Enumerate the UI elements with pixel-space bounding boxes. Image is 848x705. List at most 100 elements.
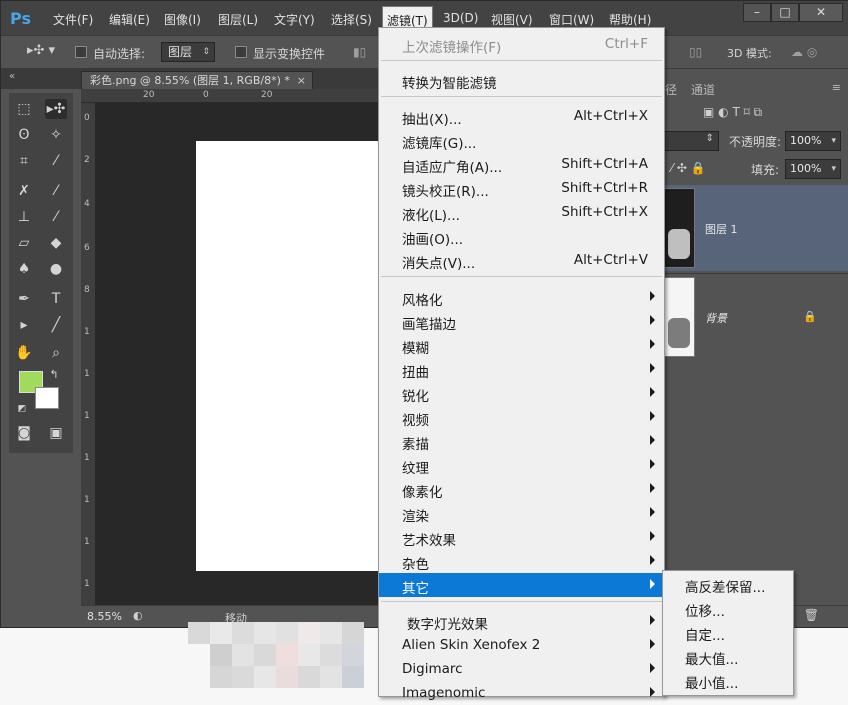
menu-window[interactable]: 窗口(W) — [549, 11, 594, 28]
tab-channels[interactable]: 通道 — [691, 81, 715, 98]
show-transform-checkbox[interactable] — [235, 46, 247, 58]
align-icon[interactable]: ▮▯ — [353, 45, 366, 59]
menu-view[interactable]: 视图(V) — [491, 11, 533, 28]
menu-edit[interactable]: 编辑(E) — [109, 11, 150, 28]
eraser-tool-icon[interactable]: ▱ — [13, 233, 35, 253]
menu-item-noise[interactable]: 杂色 — [379, 549, 664, 573]
menu-item-blur[interactable]: 模糊 — [379, 333, 664, 357]
menu-item-last-filter[interactable]: 上次滤镜操作(F) Ctrl+F — [379, 32, 664, 56]
status-menu-icon[interactable]: ◐ — [133, 609, 143, 622]
menu-3d[interactable]: 3D(D) — [443, 11, 478, 25]
menu-item-imagenomic[interactable]: Imagenomic — [379, 681, 664, 705]
maximize-button[interactable]: □ — [771, 3, 799, 22]
menu-item-texture[interactable]: 纹理 — [379, 453, 664, 477]
menu-item-adaptive-wide-angle[interactable]: 自适应广角(A)... Shift+Ctrl+A — [379, 152, 664, 176]
ruler-tick: 4 — [84, 199, 90, 209]
move-tool-icon[interactable]: ▸✣ ▾ — [27, 43, 55, 58]
dodge-tool-icon[interactable]: ● — [45, 259, 67, 279]
eyedropper-icon[interactable]: ⁄ — [45, 151, 67, 171]
minimize-button[interactable]: – — [743, 3, 771, 22]
hand-tool-icon[interactable]: ✋ — [13, 343, 35, 363]
menu-item-liquify[interactable]: 液化(L)... Shift+Ctrl+X — [379, 200, 664, 224]
clone-stamp-icon[interactable]: ⊥ — [13, 207, 35, 227]
type-tool-icon[interactable]: T — [45, 289, 67, 309]
menu-item-brush-strokes[interactable]: 画笔描边 — [379, 309, 664, 333]
tab-close-icon[interactable]: × — [297, 72, 306, 89]
dropdown-arrow-icon[interactable]: ▾ — [831, 160, 836, 178]
menu-help[interactable]: 帮助(H) — [609, 11, 651, 28]
menu-image[interactable]: 图像(I) — [164, 11, 201, 28]
menu-item-oil-paint[interactable]: 油画(O)... — [379, 224, 664, 248]
menu-item-render[interactable]: 渲染 — [379, 501, 664, 525]
menu-item-video[interactable]: 视频 — [379, 405, 664, 429]
menu-item-vanishing-point[interactable]: 消失点(V)... Alt+Ctrl+V — [379, 248, 664, 272]
canvas-workspace[interactable] — [95, 103, 396, 605]
menu-item-other[interactable]: 其它 — [379, 573, 664, 597]
menu-item-shortcut: Ctrl+F — [604, 36, 648, 52]
path-select-icon[interactable]: ▸ — [13, 315, 35, 335]
menu-item-extract[interactable]: 抽出(X)... Alt+Ctrl+X — [379, 104, 664, 128]
menu-item-filter-gallery[interactable]: 滤镜库(G)... — [379, 128, 664, 152]
menu-item-lens-correction[interactable]: 镜头校正(R)... Shift+Ctrl+R — [379, 176, 664, 200]
trash-icon[interactable]: 🗑 — [804, 608, 819, 622]
menu-item-distort[interactable]: 扭曲 — [379, 357, 664, 381]
menu-file[interactable]: 文件(F) — [53, 11, 93, 28]
dropdown-arrow-icon[interactable]: ▾ — [831, 132, 836, 150]
lock-options-icons[interactable]: ⁄ ✣ 🔒 — [671, 161, 706, 175]
magic-wand-icon[interactable]: ✧ — [45, 125, 67, 145]
submenu-item-custom[interactable]: 自定... — [663, 620, 793, 644]
menu-item-artistic[interactable]: 艺术效果 — [379, 525, 664, 549]
menu-item-stylize[interactable]: 风格化 — [379, 285, 664, 309]
distribute-icon[interactable]: ▯▯ — [689, 45, 702, 59]
layer-filter-icons[interactable]: ▣ ◐ T ⌑ ⧉ — [703, 105, 762, 120]
line-tool-icon[interactable]: ╱ — [45, 315, 67, 335]
auto-select-dropdown[interactable]: 图层 ⇕ — [161, 42, 215, 62]
background-color-swatch[interactable] — [35, 387, 59, 409]
fill-field[interactable]: 100% ▾ — [785, 159, 841, 179]
menu-layer[interactable]: 图层(L) — [218, 11, 258, 28]
menu-item-label: 渲染 — [402, 509, 429, 525]
menu-item-convert-smart-filter[interactable]: 转换为智能滤镜 — [379, 68, 664, 92]
collapse-icon[interactable]: « — [9, 71, 15, 82]
blur-tool-icon[interactable]: ♠ — [13, 259, 35, 279]
zoom-tool-icon[interactable]: ⌕ — [45, 343, 67, 363]
zoom-level[interactable]: 8.55% — [87, 610, 122, 623]
submenu-item-minimum[interactable]: 最小值... — [663, 668, 793, 692]
close-button[interactable]: ✕ — [799, 3, 843, 22]
pen-tool-icon[interactable]: ✒ — [13, 289, 35, 309]
menu-select[interactable]: 选择(S) — [331, 11, 372, 28]
paint-bucket-icon[interactable]: ◆ — [45, 233, 67, 253]
menu-item-pixelate[interactable]: 像素化 — [379, 477, 664, 501]
history-brush-icon[interactable]: ⁄ — [45, 207, 67, 227]
opacity-field[interactable]: 100% ▾ — [785, 131, 841, 151]
crop-tool-icon[interactable]: ⌗ — [13, 151, 35, 171]
menu-item-digital-lighting[interactable]: 数字灯光效果 — [379, 609, 664, 633]
healing-brush-icon[interactable]: ✗ — [13, 181, 35, 201]
swap-colors-icon[interactable]: ↰ — [43, 365, 65, 385]
menu-item-alien-skin[interactable]: Alien Skin Xenofex 2 — [379, 633, 664, 657]
default-colors-icon[interactable]: ◩ — [11, 399, 33, 419]
submenu-item-high-pass[interactable]: 高反差保留... — [663, 572, 793, 596]
menu-item-sketch[interactable]: 素描 — [379, 429, 664, 453]
layer-row-background[interactable]: 背景 🔒 — [663, 273, 848, 359]
move-tool-icon[interactable]: ▸✣ — [45, 99, 67, 119]
blend-mode-dropdown[interactable]: ⇕ — [663, 131, 719, 151]
screen-mode-icon[interactable]: ▣ — [45, 423, 67, 443]
brush-tool-icon[interactable]: ⁄ — [45, 181, 67, 201]
document-tab[interactable]: 彩色.png @ 8.55% (图层 1, RGB/8*) * × — [81, 71, 313, 89]
tab-paths[interactable]: 径 — [665, 81, 677, 98]
document-canvas[interactable] — [196, 141, 396, 571]
3d-rotate-icon[interactable]: ☁ ◎ — [791, 45, 817, 59]
marquee-tool-icon[interactable]: ⬚ — [13, 99, 35, 119]
auto-select-checkbox[interactable] — [75, 46, 87, 58]
quick-mask-icon[interactable]: ◙ — [13, 423, 35, 443]
panel-menu-icon[interactable]: ≡ — [832, 81, 841, 94]
submenu-item-offset[interactable]: 位移... — [663, 596, 793, 620]
menu-item-label: 滤镜库(G)... — [402, 136, 477, 152]
menu-item-sharpen[interactable]: 锐化 — [379, 381, 664, 405]
menu-item-digimarc[interactable]: Digimarc — [379, 657, 664, 681]
submenu-item-maximum[interactable]: 最大值... — [663, 644, 793, 668]
layer-row-layer1[interactable]: 图层 1 — [663, 185, 848, 271]
menu-type[interactable]: 文字(Y) — [274, 11, 315, 28]
lasso-tool-icon[interactable]: ʘ — [13, 125, 35, 145]
